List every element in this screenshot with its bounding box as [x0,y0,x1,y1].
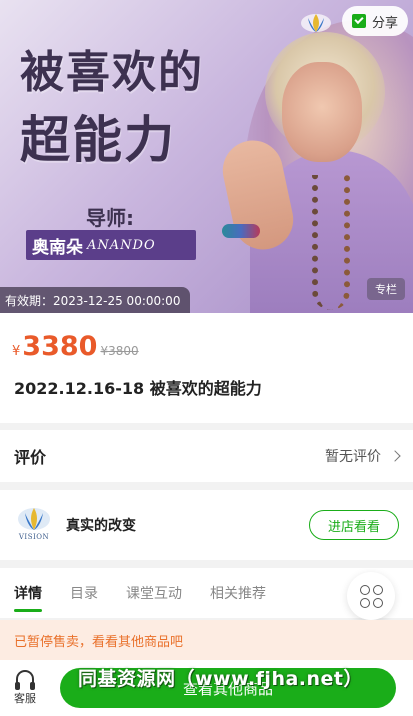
tab-related[interactable]: 相关推荐 [210,568,266,618]
mentor-photo-bracelet [222,224,260,238]
mentor-name-box: 奥南朵 ANANDO [26,230,196,260]
product-page: 被喜欢的 超能力 导师: 奥南朵 ANANDO 分享 专栏 有效期：2023-1… [0,0,413,716]
current-price: 3380 [22,331,98,362]
price-row: ¥ 3380 ¥3800 [12,331,139,362]
mentor-name: 奥南朵 [32,237,83,258]
tab-class-interaction[interactable]: 课堂互动 [126,568,182,618]
tab-catalog[interactable]: 目录 [70,568,98,618]
column-tag: 专栏 [367,278,405,300]
course-title: 2022.12.16-18 被喜欢的超能力 [14,379,262,398]
currency-symbol: ¥ [12,344,21,359]
mentor-photo-necklace [312,175,350,310]
shop-section: VISION 真实的改变 进店看看 [0,490,413,560]
mentor-label: 导师: [86,206,134,230]
menu-grid-button[interactable] [347,572,395,620]
share-button[interactable]: 分享 [342,6,408,36]
grid-dot-icon [359,597,370,608]
original-price: ¥3800 [100,344,139,358]
vision-shop-logo-icon [18,508,50,530]
grid-dot-icon [372,584,383,595]
tab-details[interactable]: 详情 [14,568,42,618]
review-status-group[interactable]: 暂无评价 [325,446,401,466]
grid-dot-icon [372,597,383,608]
watermark-text: 同基资源网（www.fjha.net） [78,668,364,690]
vision-logo-icon [301,14,331,32]
share-label: 分享 [371,15,398,31]
review-label: 评价 [14,448,47,467]
price-section: ¥ 3380 ¥3800 2022.12.16-18 被喜欢的超能力 [0,313,413,423]
banner-title-line1: 被喜欢的 [20,47,204,98]
share-check-icon [351,14,366,28]
sale-paused-notice: 已暂停售卖，看看其他商品吧 [0,620,413,660]
enter-shop-button[interactable]: 进店看看 [309,510,399,540]
course-banner[interactable]: 被喜欢的 超能力 导师: 奥南朵 ANANDO 分享 专栏 有效期：2023-1… [0,0,413,313]
mentor-photo-face [282,62,362,162]
review-section[interactable]: 评价 暂无评价 [0,430,413,482]
customer-service-button[interactable]: 客服 [0,670,50,706]
shop-logo[interactable]: VISION [14,505,54,545]
shop-name: 真实的改变 [66,518,136,534]
headset-icon [15,670,35,690]
shop-logo-text: VISION [18,533,50,541]
banner-title-line2: 超能力 [20,111,176,169]
validity-date: 有效期：2023-12-25 00:00:00 [0,287,191,313]
chevron-right-icon [389,450,401,462]
mentor-name-en: ANANDO [87,237,156,253]
service-label: 客服 [14,692,36,705]
review-status: 暂无评价 [325,449,381,465]
grid-dot-icon [359,584,370,595]
